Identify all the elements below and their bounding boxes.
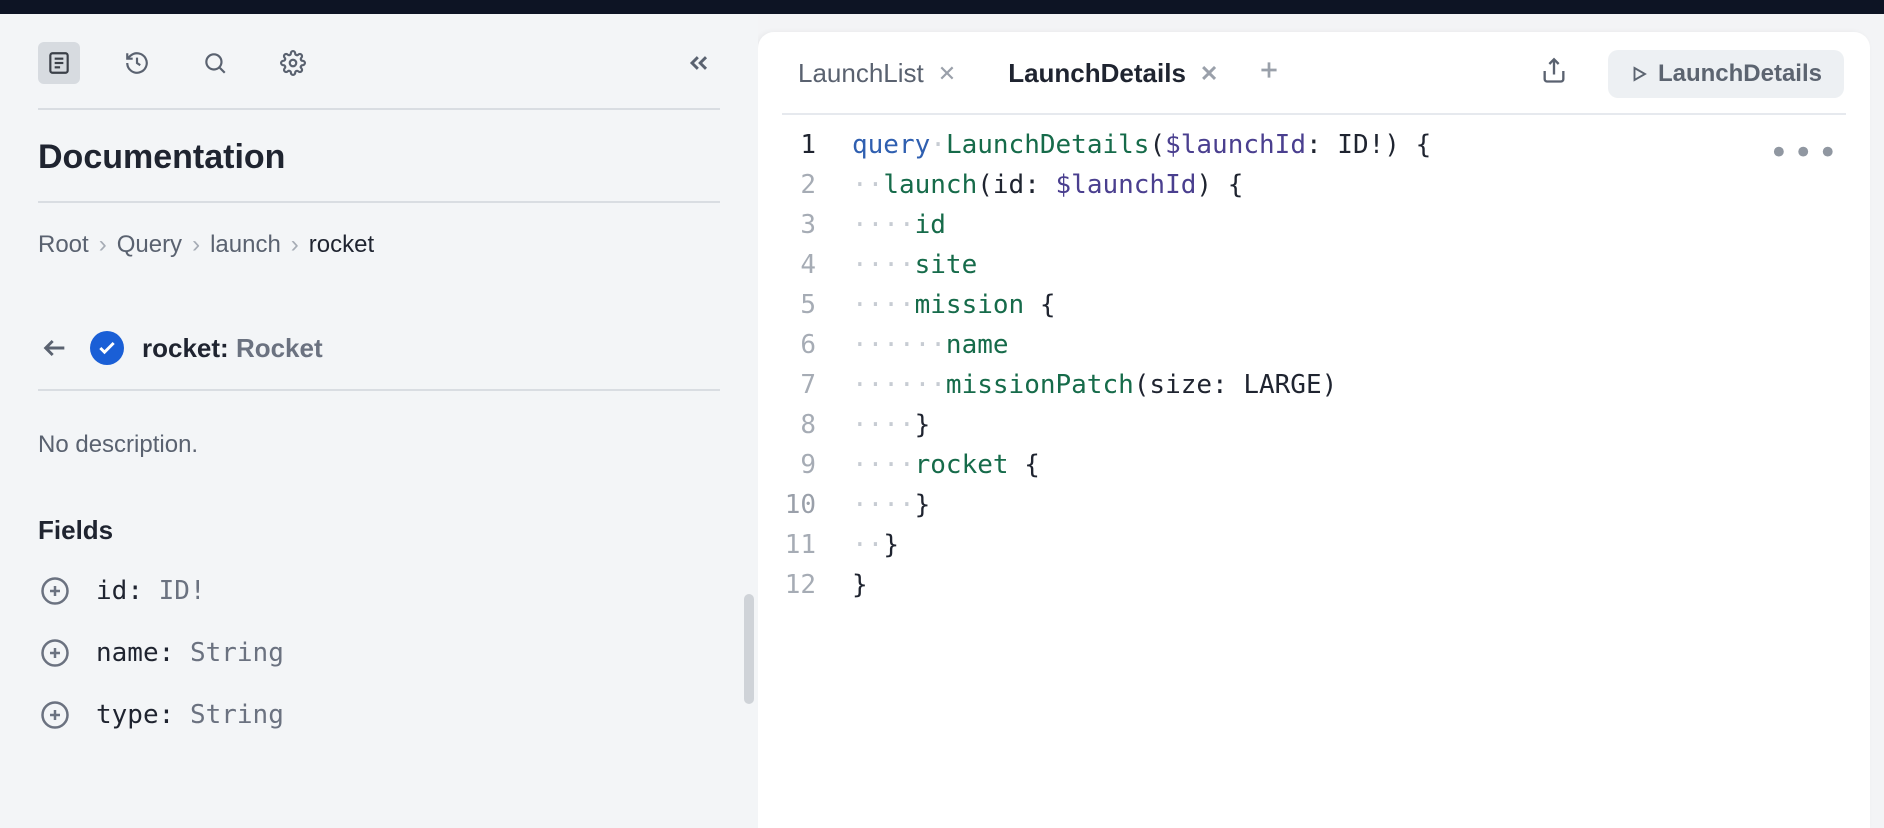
code-line[interactable]: ····}: [852, 485, 1431, 525]
code-line[interactable]: ······missionPatch(size: LARGE): [852, 365, 1431, 405]
more-menu-icon[interactable]: •••: [1769, 133, 1842, 173]
editor-tabbar: LaunchList ✕ LaunchDetails ✕ LaunchDetails: [758, 32, 1870, 99]
field-signature[interactable]: type: String: [96, 700, 284, 730]
field-row: name: String: [38, 636, 720, 670]
type-description: No description.: [38, 431, 720, 459]
line-number: 5: [758, 285, 816, 325]
documentation-sidebar: Documentation Root › Query › launch › rocket r…: [0, 14, 758, 828]
code-line[interactable]: query·LaunchDetails($launchId: ID!) {: [852, 125, 1431, 165]
share-icon[interactable]: [1534, 51, 1574, 96]
tab-label: LaunchList: [798, 58, 924, 89]
code-line[interactable]: ····}: [852, 405, 1431, 445]
add-field-icon[interactable]: [38, 698, 72, 732]
breadcrumb: Root › Query › launch › rocket: [38, 231, 720, 259]
editor-tab[interactable]: LaunchDetails ✕: [1000, 48, 1226, 99]
field-name: rocket: [142, 333, 220, 363]
type-name[interactable]: Rocket: [236, 333, 323, 363]
line-number: 9: [758, 445, 816, 485]
run-operation-button[interactable]: LaunchDetails: [1608, 50, 1844, 98]
type-header: rocket: Rocket: [38, 331, 720, 365]
code-line[interactable]: ····rocket {: [852, 445, 1431, 485]
line-number: 11: [758, 525, 816, 565]
field-signature[interactable]: name: String: [96, 638, 284, 668]
code-line[interactable]: }: [852, 565, 1431, 605]
line-number: 1: [758, 125, 816, 165]
line-number: 3: [758, 205, 816, 245]
search-icon[interactable]: [194, 42, 236, 84]
field-row: type: String: [38, 698, 720, 732]
line-number: 7: [758, 365, 816, 405]
breadcrumb-item[interactable]: Query: [117, 231, 182, 259]
breadcrumb-item[interactable]: rocket: [309, 231, 374, 259]
gear-icon[interactable]: [272, 42, 314, 84]
code-editor[interactable]: ••• 123456789101112 query·LaunchDetails(…: [758, 115, 1870, 605]
code-line[interactable]: ····mission {: [852, 285, 1431, 325]
field-row: id: ID!: [38, 574, 720, 608]
tab-label: LaunchDetails: [1008, 58, 1186, 89]
chevron-right-icon: ›: [291, 231, 299, 259]
divider: [38, 108, 720, 110]
code-line[interactable]: ······name: [852, 325, 1431, 365]
type-label: rocket: Rocket: [142, 333, 323, 364]
code-line[interactable]: ··launch(id: $launchId) {: [852, 165, 1431, 205]
line-number: 4: [758, 245, 816, 285]
collapse-sidebar-icon[interactable]: [678, 42, 720, 84]
divider: [38, 389, 720, 391]
history-icon[interactable]: [116, 42, 158, 84]
line-number: 8: [758, 405, 816, 445]
add-field-icon[interactable]: [38, 574, 72, 608]
close-tab-icon[interactable]: ✕: [1200, 61, 1218, 87]
line-number: 6: [758, 325, 816, 365]
window-titlebar: [0, 0, 1884, 14]
line-number: 2: [758, 165, 816, 205]
error-squiggle: [878, 519, 896, 521]
add-field-icon[interactable]: [38, 636, 72, 670]
docs-icon[interactable]: [38, 42, 80, 84]
divider: [38, 201, 720, 203]
chevron-right-icon: ›: [99, 231, 107, 259]
code-line[interactable]: ····site: [852, 245, 1431, 285]
code-line[interactable]: ··}: [852, 525, 1431, 565]
editor-panel: LaunchList ✕ LaunchDetails ✕ LaunchDetails …: [758, 32, 1870, 828]
selected-check-icon: [90, 331, 124, 365]
documentation-title: Documentation: [38, 138, 720, 177]
code-line[interactable]: ····id: [852, 205, 1431, 245]
back-icon[interactable]: [38, 334, 72, 362]
run-label: LaunchDetails: [1658, 60, 1822, 88]
scrollbar-thumb[interactable]: [744, 594, 754, 704]
breadcrumb-item[interactable]: launch: [210, 231, 281, 259]
fields-heading: Fields: [38, 515, 720, 546]
chevron-right-icon: ›: [192, 231, 200, 259]
breadcrumb-item[interactable]: Root: [38, 231, 89, 259]
editor-tab[interactable]: LaunchList ✕: [790, 48, 964, 99]
line-number: 10: [758, 485, 816, 525]
field-signature[interactable]: id: ID!: [96, 576, 206, 606]
line-gutter: 123456789101112: [758, 125, 816, 605]
add-tab-button[interactable]: [1246, 57, 1292, 91]
code-content[interactable]: query·LaunchDetails($launchId: ID!) {··l…: [816, 125, 1431, 605]
line-number: 12: [758, 565, 816, 605]
sidebar-toolbar: [38, 42, 720, 84]
close-tab-icon[interactable]: ✕: [938, 61, 956, 87]
